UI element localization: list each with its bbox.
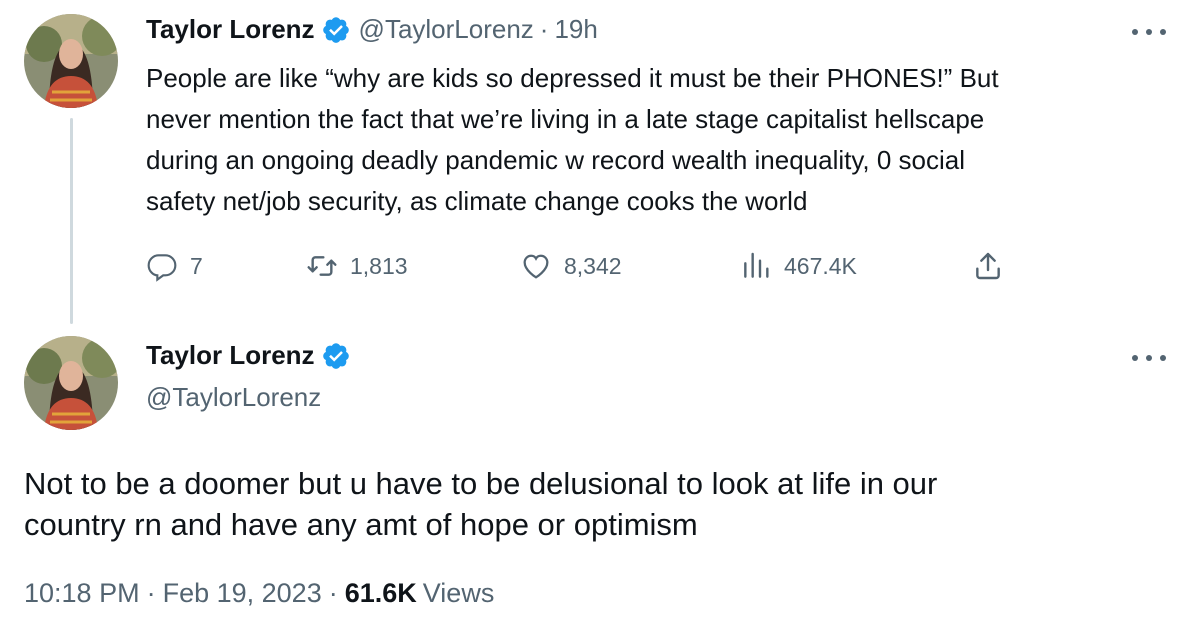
retweet-icon [307, 256, 337, 276]
views-label: Views [422, 578, 495, 608]
views-button[interactable]: 467.4K [740, 248, 857, 284]
share-button[interactable] [972, 248, 1004, 284]
avatar[interactable] [24, 14, 118, 108]
author-handle[interactable]: @TaylorLorenz [146, 382, 321, 413]
separator-dot: · [328, 578, 338, 608]
reply-tweet-header: Taylor Lorenz @TaylorLorenz · 19h [146, 14, 598, 45]
like-count: 8,342 [564, 252, 622, 279]
avatar[interactable] [24, 336, 118, 430]
reply-icon [147, 254, 177, 282]
tweet-time[interactable]: 10:18 PM [24, 578, 140, 609]
verified-badge-icon[interactable] [321, 15, 351, 45]
tweet-actions-bar: 7 1,813 8,342 467.4K [146, 248, 1026, 284]
like-button[interactable]: 8,342 [520, 248, 622, 284]
tweet-time[interactable]: 19h [554, 14, 597, 45]
tweet-date[interactable]: Feb 19, 2023 [163, 578, 322, 609]
like-icon [523, 254, 549, 279]
views-count: 61.6K [344, 578, 417, 608]
separator-dot: · [539, 14, 549, 44]
main-tweet-header: Taylor Lorenz [146, 340, 351, 371]
tweet-meta: 10:18 PM · Feb 19, 2023 · 61.6K Views [24, 578, 494, 609]
author-handle[interactable]: @TaylorLorenz [359, 14, 534, 45]
verified-badge-icon[interactable] [321, 341, 351, 371]
retweet-count: 1,813 [350, 252, 408, 279]
reply-tweet-text: People are like “why are kids so depress… [146, 63, 999, 216]
more-icon[interactable] [1132, 348, 1166, 368]
views-count: 467.4K [784, 252, 857, 279]
more-icon[interactable] [1132, 22, 1166, 42]
reply-count: 7 [190, 252, 203, 279]
avatar-image [24, 14, 118, 108]
thread-connector-line [70, 118, 73, 324]
avatar-image [24, 336, 118, 430]
separator-dot: · [146, 578, 156, 608]
author-name[interactable]: Taylor Lorenz [146, 340, 315, 371]
reply-button[interactable]: 7 [146, 248, 203, 284]
retweet-button[interactable]: 1,813 [306, 248, 408, 284]
share-icon [976, 252, 1000, 280]
author-name[interactable]: Taylor Lorenz [146, 14, 315, 45]
main-tweet-text: Not to be a doomer but u have to be delu… [24, 466, 938, 542]
views-icon [744, 252, 769, 278]
